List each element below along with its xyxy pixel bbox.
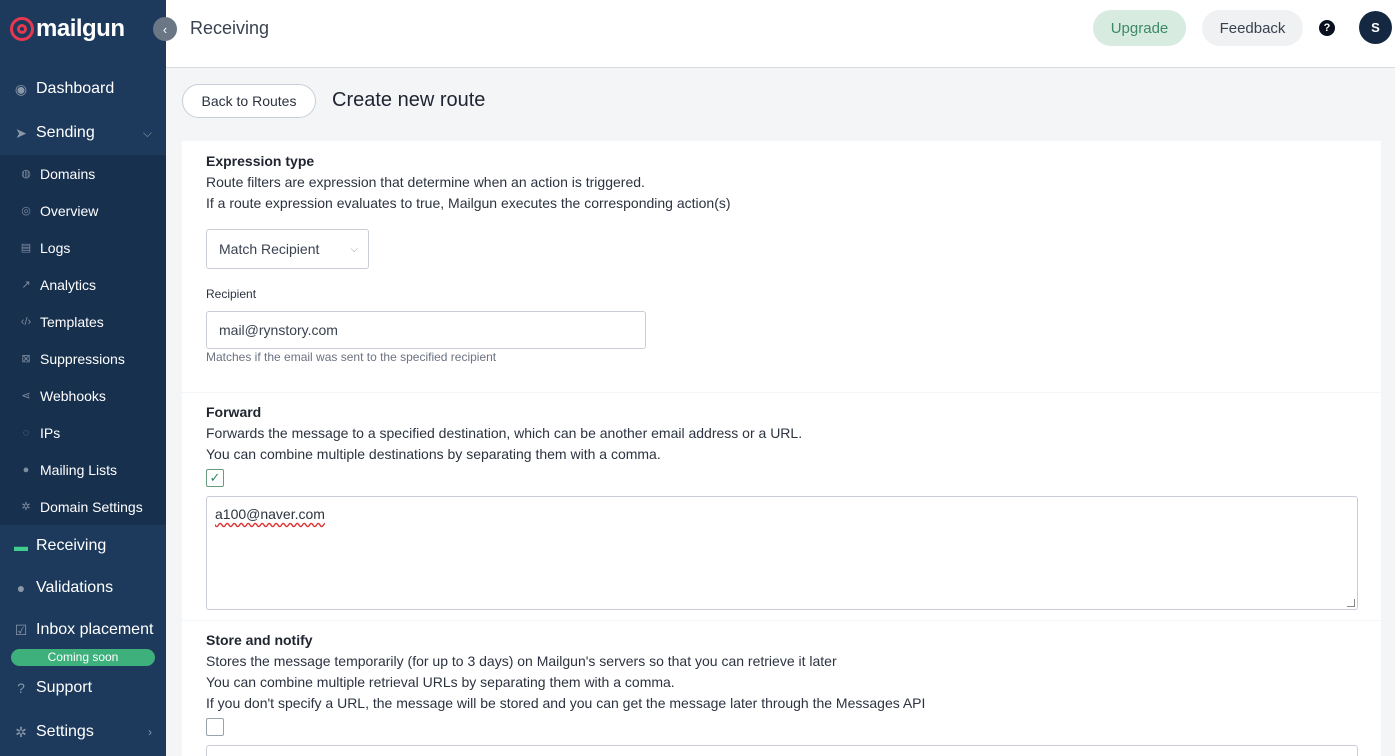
sidebar: mailgun ◉ Dashboard ➤ Sending ⌵ ◍ Domain… [0,0,166,756]
chart-icon: ↗ [21,279,31,291]
forward-section: Forward Forwards the message to a specif… [182,393,1381,620]
recipient-input[interactable]: mail@rynstory.com [206,311,646,349]
checkbox-icon: ☑ [14,621,28,638]
chevron-right-icon: › [148,725,152,739]
sidebar-item-ips[interactable]: ◌ IPs [0,414,166,451]
share-icon: ⋖ [21,390,31,402]
expression-type-select[interactable]: Match Recipient ⌵ [206,229,369,269]
sidebar-item-label: Overview [40,202,99,219]
sidebar-item-validations[interactable]: ● Validations [0,567,166,609]
sidebar-item-label: Analytics [40,276,97,293]
sidebar-item-label: Receiving [36,537,107,554]
section-description: You can combine multiple destinations by… [206,446,661,462]
sidebar-item-receiving[interactable]: ▬ Receiving [0,525,166,567]
header-title: Receiving [190,18,270,38]
sidebar-item-support[interactable]: ? Support [0,667,166,709]
chevron-down-icon: ⌵ [350,243,358,255]
paper-plane-icon: ➤ [15,124,27,141]
check-icon: ✓ [209,470,221,485]
sidebar-item-label: Logs [40,239,71,256]
inbox-icon: ▬ [14,538,28,554]
upgrade-button[interactable]: Upgrade [1093,10,1186,46]
user-icon: ● [22,463,30,476]
sidebar-item-templates[interactable]: ‹/› Templates [0,303,166,340]
code-icon: ‹/› [20,315,32,328]
store-notify-section: Store and notify Stores the message temp… [182,621,1381,756]
user-check-icon: ● [16,580,26,596]
section-description: Stores the message temporarily (for up t… [206,653,837,669]
forward-destinations-textarea[interactable]: a100@naver.com [206,496,1358,610]
sidebar-item-mailing-lists[interactable]: ● Mailing Lists [0,451,166,488]
sidebar-item-sending[interactable]: ➤ Sending ⌵ [0,112,166,154]
chevron-down-icon: ⌵ [142,125,152,140]
recipient-label: Recipient [206,287,257,301]
section-title: Forward [206,404,262,420]
help-icon[interactable]: ? [1319,20,1335,36]
top-header: Receiving Upgrade Feedback ? S [166,0,1395,68]
back-to-routes-button[interactable]: Back to Routes [182,84,316,118]
sidebar-item-label: Inbox placement [36,621,154,638]
gear-icon: ✲ [21,501,31,513]
section-description: Route filters are expression that determ… [206,174,645,190]
brand-name: mailgun [36,15,125,42]
resize-handle-icon[interactable] [1347,599,1355,607]
sidebar-item-inbox-placement[interactable]: ☑ Inbox placement [0,609,166,651]
sidebar-item-webhooks[interactable]: ⋖ Webhooks [0,377,166,414]
sidebar-item-domains[interactable]: ◍ Domains [0,155,166,192]
section-description: If a route expression evaluates to true,… [206,195,731,211]
sidebar-item-label: Templates [40,313,104,330]
sending-submenu: ◍ Domains ◎ Overview ▤ Logs ↗ Analytics … [0,155,166,525]
forward-value: a100@naver.com [215,506,325,522]
avatar[interactable]: S [1359,11,1392,44]
help-icon: ? [17,680,25,696]
page-title: Create new route [332,89,486,111]
gear-icon: ✲ [15,723,27,740]
sidebar-item-settings[interactable]: ✲ Settings › [0,711,166,753]
sidebar-item-label: Sending [36,124,95,141]
section-description: If you don't specify a URL, the message … [206,695,926,711]
sidebar-item-suppressions[interactable]: ⊠ Suppressions [0,340,166,377]
store-notify-checkbox[interactable] [206,718,224,736]
sidebar-item-label: Mailing Lists [40,461,118,478]
block-icon: ⊠ [21,353,31,365]
sidebar-item-label: Suppressions [40,350,125,367]
sidebar-item-label: Dashboard [36,80,115,97]
sidebar-item-label: Settings [36,723,94,740]
section-title: Expression type [206,153,315,169]
document-icon: ▤ [20,242,32,254]
coming-soon-badge: Coming soon [11,649,155,666]
sidebar-item-label: Support [36,679,93,696]
section-title: Store and notify [206,632,313,648]
eye-icon: ◎ [21,205,31,217]
recipient-hint: Matches if the email was sent to the spe… [206,350,497,364]
store-urls-textarea[interactable] [206,745,1358,756]
sidebar-item-label: IPs [40,424,61,441]
feedback-button[interactable]: Feedback [1202,10,1303,46]
recipient-value: mail@rynstory.com [219,322,338,338]
forward-checkbox[interactable]: ✓ [206,469,224,487]
sidebar-item-label: Domain Settings [40,498,143,515]
sidebar-item-analytics[interactable]: ↗ Analytics [0,266,166,303]
location-icon: ◌ [22,426,30,439]
sidebar-item-overview[interactable]: ◎ Overview [0,192,166,229]
sidebar-item-dashboard[interactable]: ◉ Dashboard [0,68,166,110]
expression-type-section: Expression type Route filters are expres… [182,141,1381,392]
sidebar-item-domain-settings[interactable]: ✲ Domain Settings [0,488,166,525]
dashboard-icon: ◉ [14,80,28,97]
sidebar-item-label: Webhooks [40,387,106,404]
section-description: You can combine multiple retrieval URLs … [206,674,675,690]
mailgun-logo-icon [10,17,34,41]
section-description: Forwards the message to a specified dest… [206,425,803,441]
sidebar-item-label: Validations [36,579,114,596]
collapse-sidebar-button[interactable]: ‹ [153,17,177,41]
globe-icon: ◍ [21,168,31,180]
sidebar-item-logs[interactable]: ▤ Logs [0,229,166,266]
sidebar-item-label: Domains [40,165,96,182]
brand-logo[interactable]: mailgun [10,14,125,44]
select-value: Match Recipient [219,241,320,257]
